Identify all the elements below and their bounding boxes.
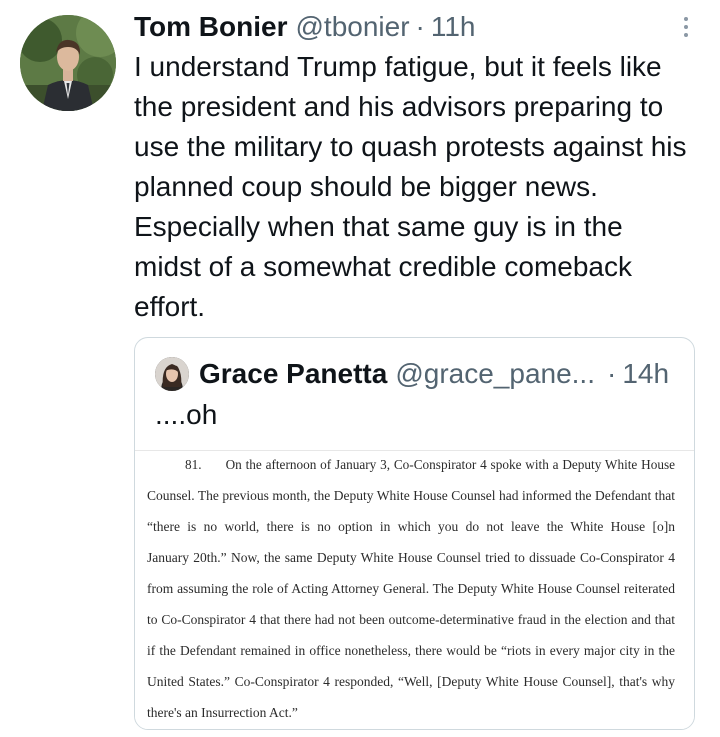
quoted-author-avatar[interactable] (155, 357, 189, 391)
quoted-tweet[interactable]: Grace Panetta @grace_pane... · 14h ....o… (134, 337, 695, 730)
author-avatar[interactable] (20, 15, 116, 111)
document-line-4: January 20th.” Now, the same Deputy Whit… (147, 550, 675, 565)
document-line-8: United States.” Co-Conspirator 4 respond… (147, 674, 675, 689)
document-line-5: from assuming the role of Acting Attorne… (147, 581, 675, 596)
document-line-2: Counsel. The previous month, the Deputy … (147, 488, 675, 503)
separator: · (415, 11, 425, 42)
document-image[interactable]: 81. On the afternoon of January 3, Co-Con… (135, 450, 694, 729)
tweet-header: Tom Bonier @tbonier · 11h (134, 7, 476, 47)
document-line-3: “there is no world, there is no option i… (147, 519, 675, 534)
quoted-tweet-header: Grace Panetta @grace_pane... · 14h (155, 354, 669, 394)
author-name[interactable]: Tom Bonier (134, 7, 287, 47)
document-line-7: if the Defendant remained in office none… (147, 643, 675, 658)
document-paragraph-number: 81. (185, 457, 202, 472)
author-handle[interactable]: @tbonier (295, 7, 409, 47)
profile-photo-icon (20, 15, 116, 111)
tweet-text: I understand Trump fatigue, but it feels… (134, 51, 687, 322)
document-line-9: there's an Insurrection Act.” (147, 705, 298, 720)
more-options-icon[interactable] (676, 13, 696, 41)
separator: · (607, 358, 617, 389)
tweet-timestamp[interactable]: 11h (431, 7, 476, 47)
tweet[interactable]: Tom Bonier @tbonier · 11h I understand T… (0, 0, 720, 737)
document-line-6: to Co-Conspirator 4 that there had not b… (147, 612, 675, 627)
document-line-1: 81. On the afternoon of January 3, Co-Con… (185, 457, 675, 472)
profile-photo-icon (155, 357, 189, 391)
quoted-tweet-timestamp[interactable]: 14h (622, 358, 669, 390)
quoted-tweet-text: ....oh (155, 399, 218, 430)
quoted-author-handle[interactable]: @grace_pane... (395, 358, 595, 390)
quoted-author-name[interactable]: Grace Panetta (199, 358, 387, 390)
